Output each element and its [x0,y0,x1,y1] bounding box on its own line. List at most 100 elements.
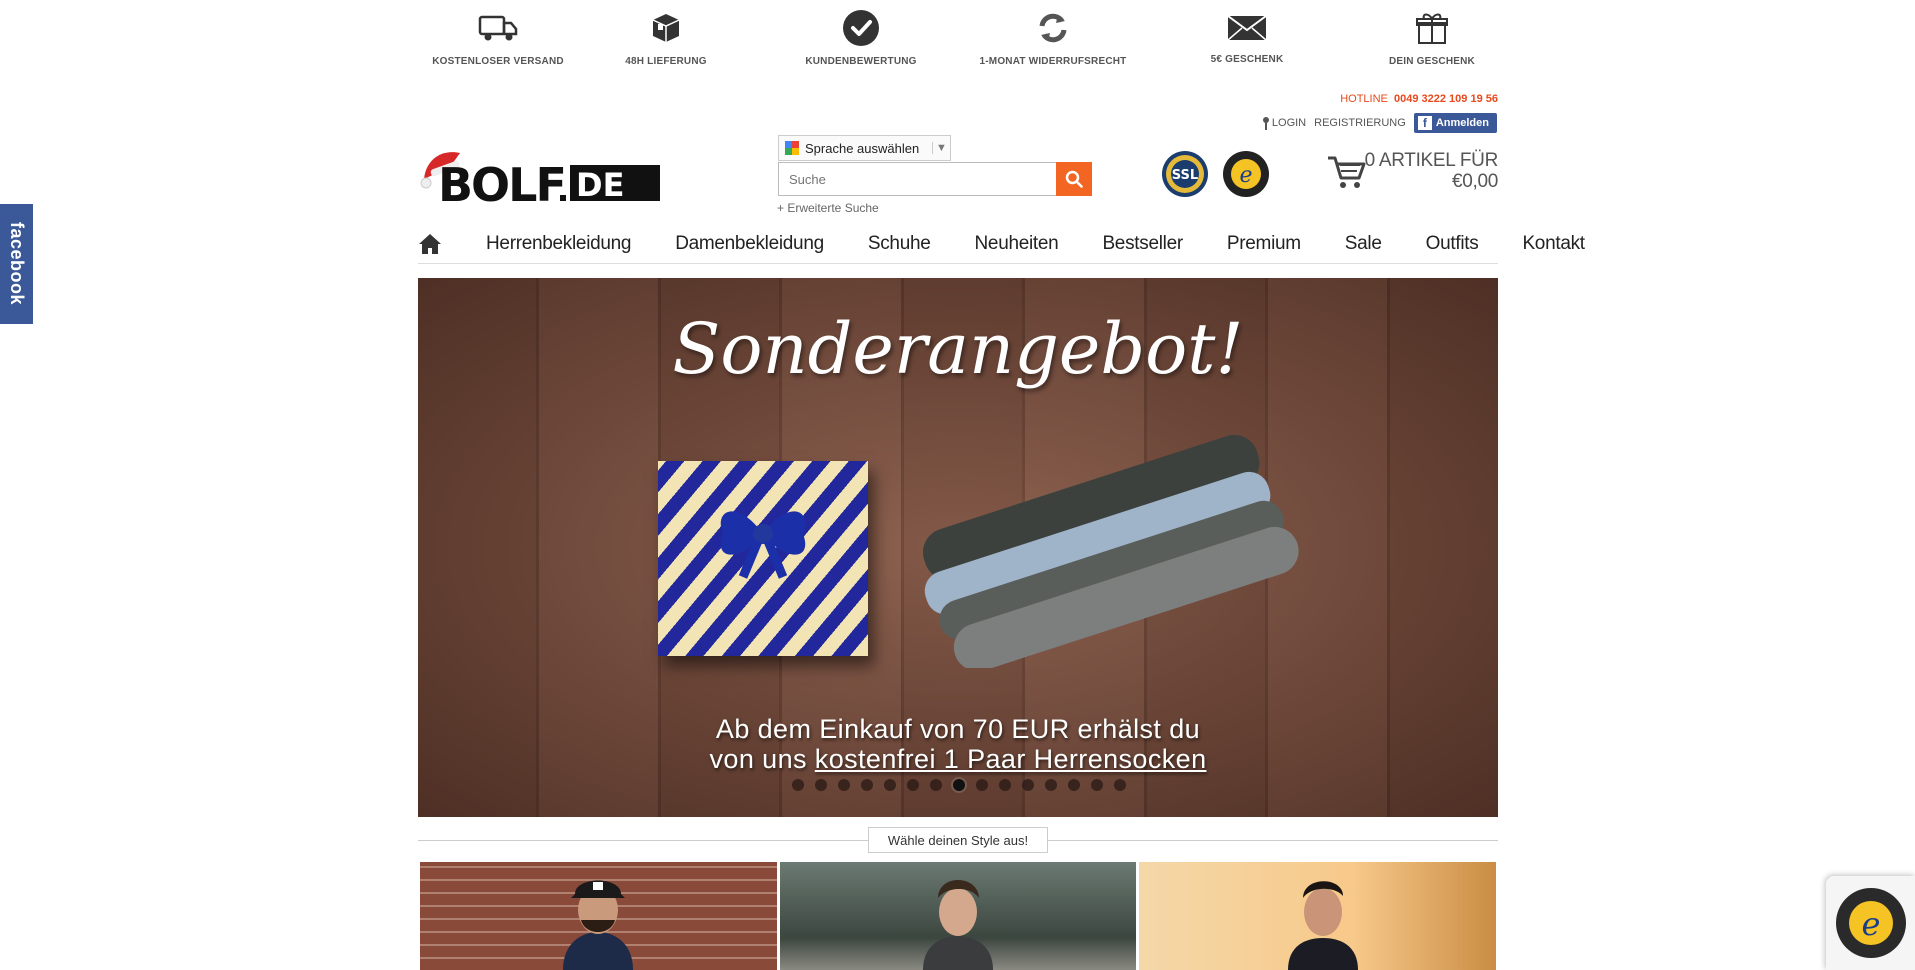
style-chooser-label: Wähle deinen Style aus! [868,827,1048,853]
google-translate-icon [785,141,799,155]
slider-dot[interactable] [1068,779,1080,791]
socks-image [922,434,1299,668]
svg-text:e: e [1861,905,1880,943]
truck-icon [418,8,578,48]
nav-item-outfits[interactable]: Outfits [1426,233,1479,255]
svg-text:e: e [1239,163,1252,188]
hero-title: Sonderangebot! [672,308,1244,390]
hero-caption-link[interactable]: kostenfrei 1 Paar Herrensocken [815,744,1207,774]
hotline-label: HOTLINE [1340,93,1388,105]
slider-dot[interactable] [815,779,827,791]
svg-text:DE: DE [576,166,624,204]
slider-dot[interactable] [999,779,1011,791]
style-tile-elegant[interactable] [1139,862,1497,970]
benefit-label: DEIN GESCHENK [1389,56,1475,67]
nav-item-neuheiten[interactable]: Neuheiten [975,233,1059,255]
benefit-return-policy[interactable]: 1-MONAT WIDERRUFSRECHT [973,8,1133,67]
home-link[interactable] [418,233,442,255]
search-input[interactable] [778,162,1092,196]
cart-icon [1328,156,1366,188]
advanced-search-link[interactable]: + Erweiterte Suche [777,201,879,215]
cart-count: 0 ARTIKEL FÜR [1364,150,1499,171]
key-icon [1262,117,1269,130]
benefit-label: KOSTENLOSER VERSAND [432,56,564,67]
dropdown-arrow-icon: ▼ [932,142,950,154]
cart-total: €0,00 [1451,171,1498,192]
benefits-bar: KOSTENLOSER VERSAND 48H LIEFERUNG KUNDEN… [418,8,1498,72]
slider-dot[interactable] [1045,779,1057,791]
trusted-shops-icon: e [1835,888,1906,958]
login-label: LOGIN [1271,117,1307,129]
home-icon [419,233,441,254]
search-button[interactable] [1056,162,1092,196]
benefit-label: 48H LIEFERUNG [625,56,707,67]
benefit-your-gift[interactable]: DEIN GESCHENK [1352,8,1512,67]
cart[interactable]: 0 ARTIKEL FÜR €0,00 [1326,148,1498,194]
facebook-login-button[interactable]: f Anmelden [1413,113,1497,133]
style-tiles [420,862,1497,970]
svg-text:BOLF: BOLF [438,158,565,205]
style-tile-casual[interactable] [779,862,1137,970]
slider-dot[interactable] [1091,779,1103,791]
svg-text:SSL: SSL [1172,168,1198,183]
slider-dot[interactable] [976,779,988,791]
main-nav: Herrenbekleidung Damenbekleidung Schuhe … [418,224,1585,264]
slider-dot[interactable] [792,779,804,791]
hotline-number[interactable]: 0049 3222 109 19 56 [1394,93,1498,105]
model-image [563,880,634,970]
nav-item-premium[interactable]: Premium [1227,233,1301,255]
hero-caption-prefix: von uns [709,744,815,774]
benefit-label: 5€ GESCHENK [1210,54,1284,65]
nav-item-sale[interactable]: Sale [1345,233,1382,255]
benefit-48h-delivery[interactable]: 48H LIEFERUNG [586,8,746,67]
slider-dot[interactable] [1114,779,1126,791]
facebook-login-label: Anmelden [1435,117,1489,129]
refresh-icon [973,8,1133,48]
benefit-label: KUNDENBEWERTUNG [805,56,917,67]
slider-dots [792,779,1126,791]
slider-dot[interactable] [838,779,850,791]
slider-dot[interactable] [930,779,942,791]
language-select-label: Sprache auswählen [805,140,920,156]
slider-dot[interactable] [861,779,873,791]
nav-item-schuhe[interactable]: Schuhe [868,233,931,255]
search-icon [1065,170,1083,188]
bow-image [720,511,806,579]
trusted-shops-floating-badge[interactable]: e [1826,876,1915,970]
benefit-free-shipping[interactable]: KOSTENLOSER VERSAND [418,8,578,67]
slider-dot[interactable] [953,779,965,791]
nav-item-kontakt[interactable]: Kontakt [1522,233,1585,255]
envelope-icon [1167,8,1327,48]
check-icon [781,8,941,48]
account-links: LOGIN REGISTRIERUNG f Anmelden [1262,113,1497,133]
facebook-side-tab[interactable]: facebook [0,204,33,324]
slider-dot[interactable] [907,779,919,791]
nav-item-herrenbekleidung[interactable]: Herrenbekleidung [486,233,631,255]
cart-summary: 0 ARTIKEL FÜR €0,00 [1364,150,1499,192]
login-link[interactable]: LOGIN [1262,116,1306,130]
nav-item-bestseller[interactable]: Bestseller [1102,233,1183,255]
benefit-label: 1-MONAT WIDERRUFSRECHT [979,56,1127,67]
slider-dot[interactable] [1022,779,1034,791]
gift-icon [1352,8,1512,48]
trusted-shops-badge[interactable]: e [1222,150,1270,203]
gift-box-image [658,461,868,656]
model-image [923,880,993,970]
ssl-badge[interactable]: SSL [1161,150,1209,203]
hero-slider[interactable]: Sonderangebot! Ab dem Einkauf von 70 EUR… [418,278,1498,817]
language-select[interactable]: Sprache auswählen ▼ [778,135,951,161]
benefit-5-euro-gift[interactable]: 5€ GESCHENK [1167,8,1327,65]
facebook-side-tab-label: facebook [7,222,27,306]
style-tile-streetwear[interactable] [420,862,777,970]
hero-caption: Ab dem Einkauf von 70 EUR erhälst du von… [418,714,1498,774]
benefit-reviews[interactable]: KUNDENBEWERTUNG [781,8,941,67]
slider-dot[interactable] [884,779,896,791]
model-image [1287,881,1358,970]
nav-item-damenbekleidung[interactable]: Damenbekleidung [675,233,824,255]
box-icon [586,8,746,48]
hero-caption-line1: Ab dem Einkauf von 70 EUR erhälst du [715,714,1201,744]
facebook-icon: f [1417,116,1432,130]
hotline: HOTLINE 0049 3222 109 19 56 [1340,93,1498,105]
bolf-logo[interactable]: BOLF DE [420,145,672,212]
register-link[interactable]: REGISTRIERUNG [1314,117,1406,129]
